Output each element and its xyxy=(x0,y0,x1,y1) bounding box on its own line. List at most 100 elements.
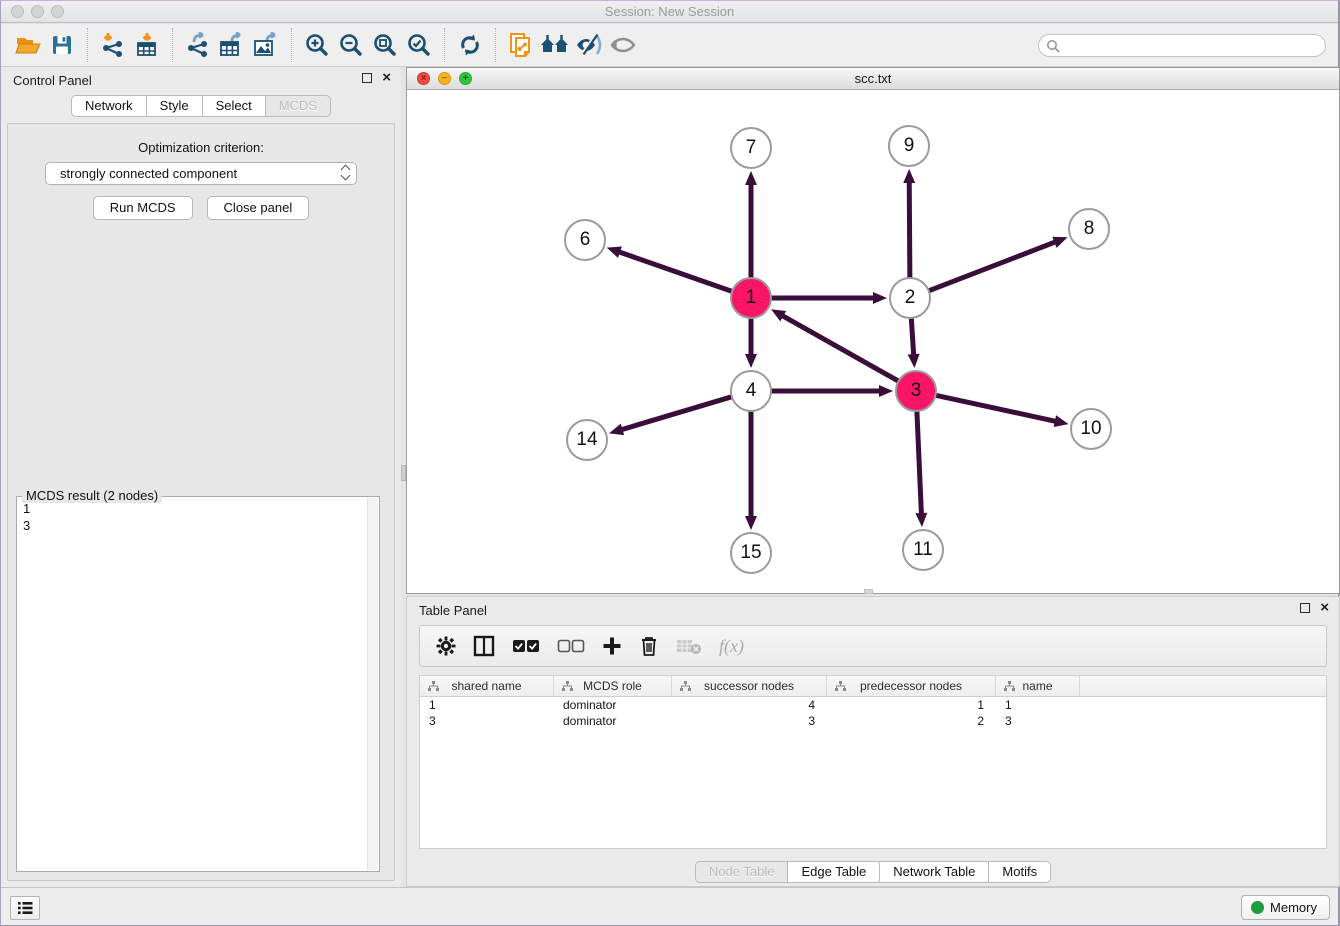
memory-button[interactable]: Memory xyxy=(1241,895,1330,920)
close-table-panel-button[interactable]: × xyxy=(1320,603,1329,613)
column-hierarchy-icon xyxy=(680,681,691,692)
zoom-in-button[interactable] xyxy=(300,27,334,63)
table-cell: 1 xyxy=(827,698,996,712)
refresh-layout-button[interactable] xyxy=(453,27,487,63)
criterion-select-value: strongly connected component xyxy=(60,166,237,181)
delete-table-icon xyxy=(676,637,702,655)
graph-edge-4-14[interactable] xyxy=(620,396,733,430)
graph-node-11[interactable]: 11 xyxy=(902,529,944,571)
criterion-select[interactable]: strongly connected component xyxy=(45,162,357,185)
export-network-icon xyxy=(185,32,211,58)
column-hierarchy-icon xyxy=(562,681,573,692)
close-panel-button-inline[interactable]: Close panel xyxy=(207,196,310,220)
tab-network-table[interactable]: Network Table xyxy=(879,861,989,883)
save-session-button[interactable] xyxy=(45,27,79,63)
import-network-button[interactable] xyxy=(96,27,130,63)
clone-network-icon xyxy=(508,31,534,59)
table-cell: 3 xyxy=(672,714,827,728)
search-input[interactable] xyxy=(1038,34,1326,57)
table-row[interactable]: 3dominator323 xyxy=(420,713,1326,729)
graph-edge-2-9[interactable] xyxy=(909,180,910,279)
task-history-button[interactable] xyxy=(10,896,40,920)
show-column-button[interactable] xyxy=(473,635,495,657)
import-table-button[interactable] xyxy=(130,27,164,63)
graph-node-10[interactable]: 10 xyxy=(1070,408,1112,450)
float-table-panel-button[interactable] xyxy=(1300,603,1310,613)
graph-edge-3-11[interactable] xyxy=(917,410,922,516)
zoom-selected-button[interactable] xyxy=(402,27,436,63)
network-window-titlebar[interactable]: × − + scc.txt xyxy=(407,68,1339,90)
export-image-button[interactable] xyxy=(249,27,283,63)
select-all-columns-button[interactable] xyxy=(512,639,540,653)
graph-node-2[interactable]: 2 xyxy=(889,277,931,319)
network-canvas[interactable]: 7 9 6 8 1 2 4 3 14 10 15 11 xyxy=(407,90,1339,593)
select-all-columns-icon xyxy=(512,639,540,653)
export-network-button[interactable] xyxy=(181,27,215,63)
graph-node-8[interactable]: 8 xyxy=(1068,208,1110,250)
graph-edge-2-3[interactable] xyxy=(911,317,914,357)
delete-column-button[interactable] xyxy=(639,635,659,657)
tab-edge-table[interactable]: Edge Table xyxy=(787,861,880,883)
result-scrollbar[interactable] xyxy=(367,498,378,870)
graph-edge-3-10[interactable] xyxy=(935,395,1058,422)
column-header-MCDS-role[interactable]: MCDS role xyxy=(554,676,672,696)
graph-arrowhead xyxy=(879,385,893,397)
panel-divider-grip[interactable] xyxy=(401,465,406,481)
zoom-fit-button[interactable] xyxy=(368,27,402,63)
float-panel-button[interactable] xyxy=(362,73,372,83)
function-builder-button[interactable]: f(x) xyxy=(719,636,744,657)
graph-edge-1-6[interactable] xyxy=(617,251,733,292)
tab-motifs[interactable]: Motifs xyxy=(988,861,1051,883)
clone-network-button[interactable] xyxy=(504,27,538,63)
graph-node-15[interactable]: 15 xyxy=(730,532,772,574)
graph-node-14[interactable]: 14 xyxy=(566,419,608,461)
column-header-successor-nodes[interactable]: successor nodes xyxy=(672,676,827,696)
tab-mcds[interactable]: MCDS xyxy=(265,95,331,117)
first-neighbors-button[interactable] xyxy=(538,27,572,63)
tab-node-table[interactable]: Node Table xyxy=(695,861,789,883)
toolbar-separator xyxy=(495,28,496,62)
column-header-name[interactable]: name xyxy=(996,676,1080,696)
control-panel-title: Control Panel xyxy=(13,73,92,88)
run-mcds-button[interactable]: Run MCDS xyxy=(93,196,193,220)
table-mode-gear-button[interactable] xyxy=(436,636,456,656)
tab-style[interactable]: Style xyxy=(146,95,203,117)
add-column-button[interactable] xyxy=(602,636,622,656)
zoom-out-button[interactable] xyxy=(334,27,368,63)
tab-network[interactable]: Network xyxy=(71,95,147,117)
graph-edges xyxy=(407,90,1339,593)
delete-table-button[interactable] xyxy=(676,637,702,655)
graph-arrowhead xyxy=(1054,415,1069,427)
close-panel-button[interactable]: × xyxy=(382,73,391,83)
column-header-shared-name[interactable]: shared name xyxy=(420,676,554,696)
column-header-predecessor-nodes[interactable]: predecessor nodes xyxy=(827,676,996,696)
open-session-button[interactable] xyxy=(11,27,45,63)
table-panel-tabs: Node TableEdge TableNetwork TableMotifs xyxy=(407,861,1339,883)
graph-node-7[interactable]: 7 xyxy=(730,127,772,169)
graph-arrowhead xyxy=(1052,237,1067,248)
export-image-icon xyxy=(252,32,280,58)
graph-edge-2-8[interactable] xyxy=(928,241,1058,291)
task-list-icon xyxy=(17,901,33,915)
graph-node-6[interactable]: 6 xyxy=(564,219,606,261)
graph-node-9[interactable]: 9 xyxy=(888,125,930,167)
delete-column-icon xyxy=(639,635,659,657)
graph-node-1[interactable]: 1 xyxy=(730,277,772,319)
graph-node-4[interactable]: 4 xyxy=(730,370,772,412)
unselect-all-columns-button[interactable] xyxy=(557,639,585,653)
graph-edge-3-1[interactable] xyxy=(781,315,900,382)
table-panel-title: Table Panel xyxy=(419,603,487,618)
graph-arrowhead xyxy=(873,292,887,304)
table-row[interactable]: 1dominator411 xyxy=(420,697,1326,713)
graph-arrowhead xyxy=(609,424,624,435)
hide-graphics-details-button[interactable] xyxy=(572,27,606,63)
status-bar: Memory xyxy=(1,887,1338,925)
show-graphics-details-button[interactable] xyxy=(606,27,640,63)
window-title: Session: New Session xyxy=(1,4,1338,19)
graph-arrowhead xyxy=(745,516,757,530)
graph-node-3[interactable]: 3 xyxy=(895,370,937,412)
mcds-result-text[interactable]: 1 3 xyxy=(23,500,365,868)
export-table-button[interactable] xyxy=(215,27,249,63)
tab-select[interactable]: Select xyxy=(202,95,266,117)
network-resize-grip[interactable] xyxy=(864,589,873,594)
